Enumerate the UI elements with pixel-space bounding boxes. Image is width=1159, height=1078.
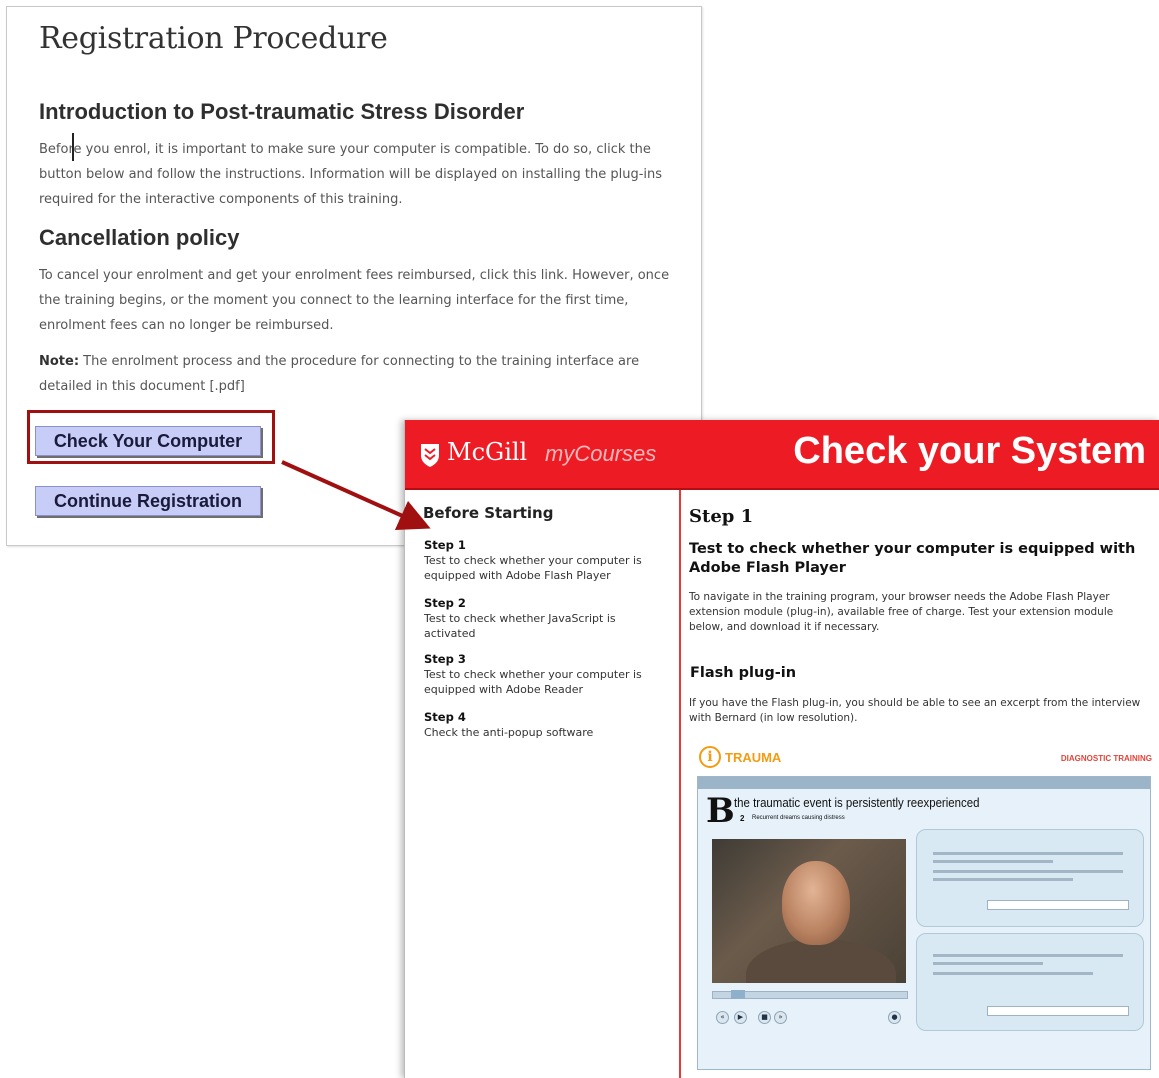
- record-icon[interactable]: ●: [888, 1011, 901, 1024]
- video-subject-body: [746, 939, 896, 983]
- intro-heading: Introduction to Post-traumatic Stress Di…: [39, 99, 525, 124]
- text-cursor: [72, 133, 74, 161]
- frequency-select[interactable]: [987, 900, 1129, 910]
- diagnostic-training-label: DIAGNOSTIC TRAINING: [1060, 754, 1152, 763]
- mcgill-brand: McGill: [447, 438, 528, 466]
- step-subtitle: Test to check whether your computer is e…: [689, 541, 1136, 576]
- sidebar-step-3[interactable]: Step 3 Test to check whether your compute…: [424, 652, 669, 697]
- before-starting-sidebar: Before Starting Step 1 Test to check whet…: [405, 490, 681, 1078]
- criterion-headline: the traumatic event is persistently reex…: [734, 795, 980, 810]
- step-label: Step 3: [424, 652, 466, 666]
- stop-icon[interactable]: ■: [758, 1011, 771, 1024]
- question-text-line: [933, 972, 1093, 975]
- step-label: Step 1: [424, 538, 466, 552]
- interview-video[interactable]: [712, 839, 906, 983]
- criterion-letter: B: [706, 791, 735, 831]
- intro-text: Before you enrol, it is important to mak…: [39, 142, 663, 207]
- step-content: Step 1 Test to check whether your comput…: [689, 490, 1154, 1078]
- step-text: Test to check whether your computer is e…: [424, 668, 642, 696]
- step-title: Step 1: [689, 506, 754, 527]
- step-description: To navigate in the training program, you…: [689, 591, 1114, 633]
- scrubber-handle[interactable]: [731, 990, 745, 999]
- mcgill-header: McGill myCourses Check your System: [405, 420, 1159, 490]
- intensity-question-box: [916, 933, 1144, 1031]
- step-text: Test to check whether JavaScript is acti…: [424, 612, 616, 640]
- note-text: Note: The enrolment process and the proc…: [39, 349, 679, 399]
- mcgill-shield-icon: [421, 444, 439, 467]
- flash-frame: B the traumatic event is persistently re…: [697, 776, 1151, 1070]
- rewind-icon[interactable]: «: [716, 1011, 729, 1024]
- sidebar-step-4[interactable]: Step 4 Check the anti-popup software: [424, 710, 669, 740]
- flash-plugin-description: If you have the Flash plug-in, you shoul…: [689, 697, 1141, 724]
- cancellation-text: To cancel your enrolment and get your en…: [39, 268, 670, 333]
- flash-video-preview[interactable]: i TRAUMA DIAGNOSTIC TRAINING B the traum…: [697, 744, 1152, 1074]
- cancellation-heading: Cancellation policy: [39, 225, 240, 250]
- step-label: Step 4: [424, 710, 466, 724]
- flash-plugin-title: Flash plug-in: [690, 665, 797, 681]
- criterion-subtext: Recurrent dreams causing distress: [752, 815, 845, 821]
- sidebar-step-1[interactable]: Step 1 Test to check whether your compute…: [424, 538, 669, 583]
- step-label: Step 2: [424, 596, 466, 610]
- flash-progress-bar: [698, 777, 1150, 789]
- check-system-title: Check your System: [793, 430, 1146, 472]
- intensity-select[interactable]: [987, 1006, 1129, 1016]
- question-text-line: [933, 962, 1043, 965]
- page-title: Registration Procedure: [39, 21, 388, 56]
- check-your-computer-button[interactable]: Check Your Computer: [35, 426, 261, 456]
- trauma-logo-icon: i: [699, 746, 721, 768]
- sidebar-step-2[interactable]: Step 2 Test to check whether JavaScript i…: [424, 596, 669, 641]
- note-label: Note:: [39, 354, 80, 369]
- video-scrubber[interactable]: [712, 990, 908, 999]
- trauma-logo-text: TRAUMA: [725, 750, 782, 765]
- question-text-line: [933, 954, 1123, 957]
- question-text-line: [933, 878, 1073, 881]
- step-text: Check the anti-popup software: [424, 726, 594, 739]
- check-system-window: McGill myCourses Check your System Befor…: [404, 420, 1159, 1078]
- forward-icon[interactable]: »: [774, 1011, 787, 1024]
- step-text: Test to check whether your computer is e…: [424, 554, 642, 582]
- mycourses-logo: myCourses: [545, 441, 657, 466]
- before-starting-title: Before Starting: [423, 504, 554, 522]
- frequency-question-box: [916, 829, 1144, 927]
- question-text-line: [933, 870, 1123, 873]
- question-text-line: [933, 860, 1053, 863]
- play-icon[interactable]: ▶: [734, 1011, 747, 1024]
- continue-registration-button[interactable]: Continue Registration: [35, 486, 261, 516]
- question-text-line: [933, 852, 1123, 855]
- criterion-number: 2: [740, 814, 745, 823]
- note-body: The enrolment process and the procedure …: [39, 354, 640, 394]
- video-subject-head: [782, 861, 850, 945]
